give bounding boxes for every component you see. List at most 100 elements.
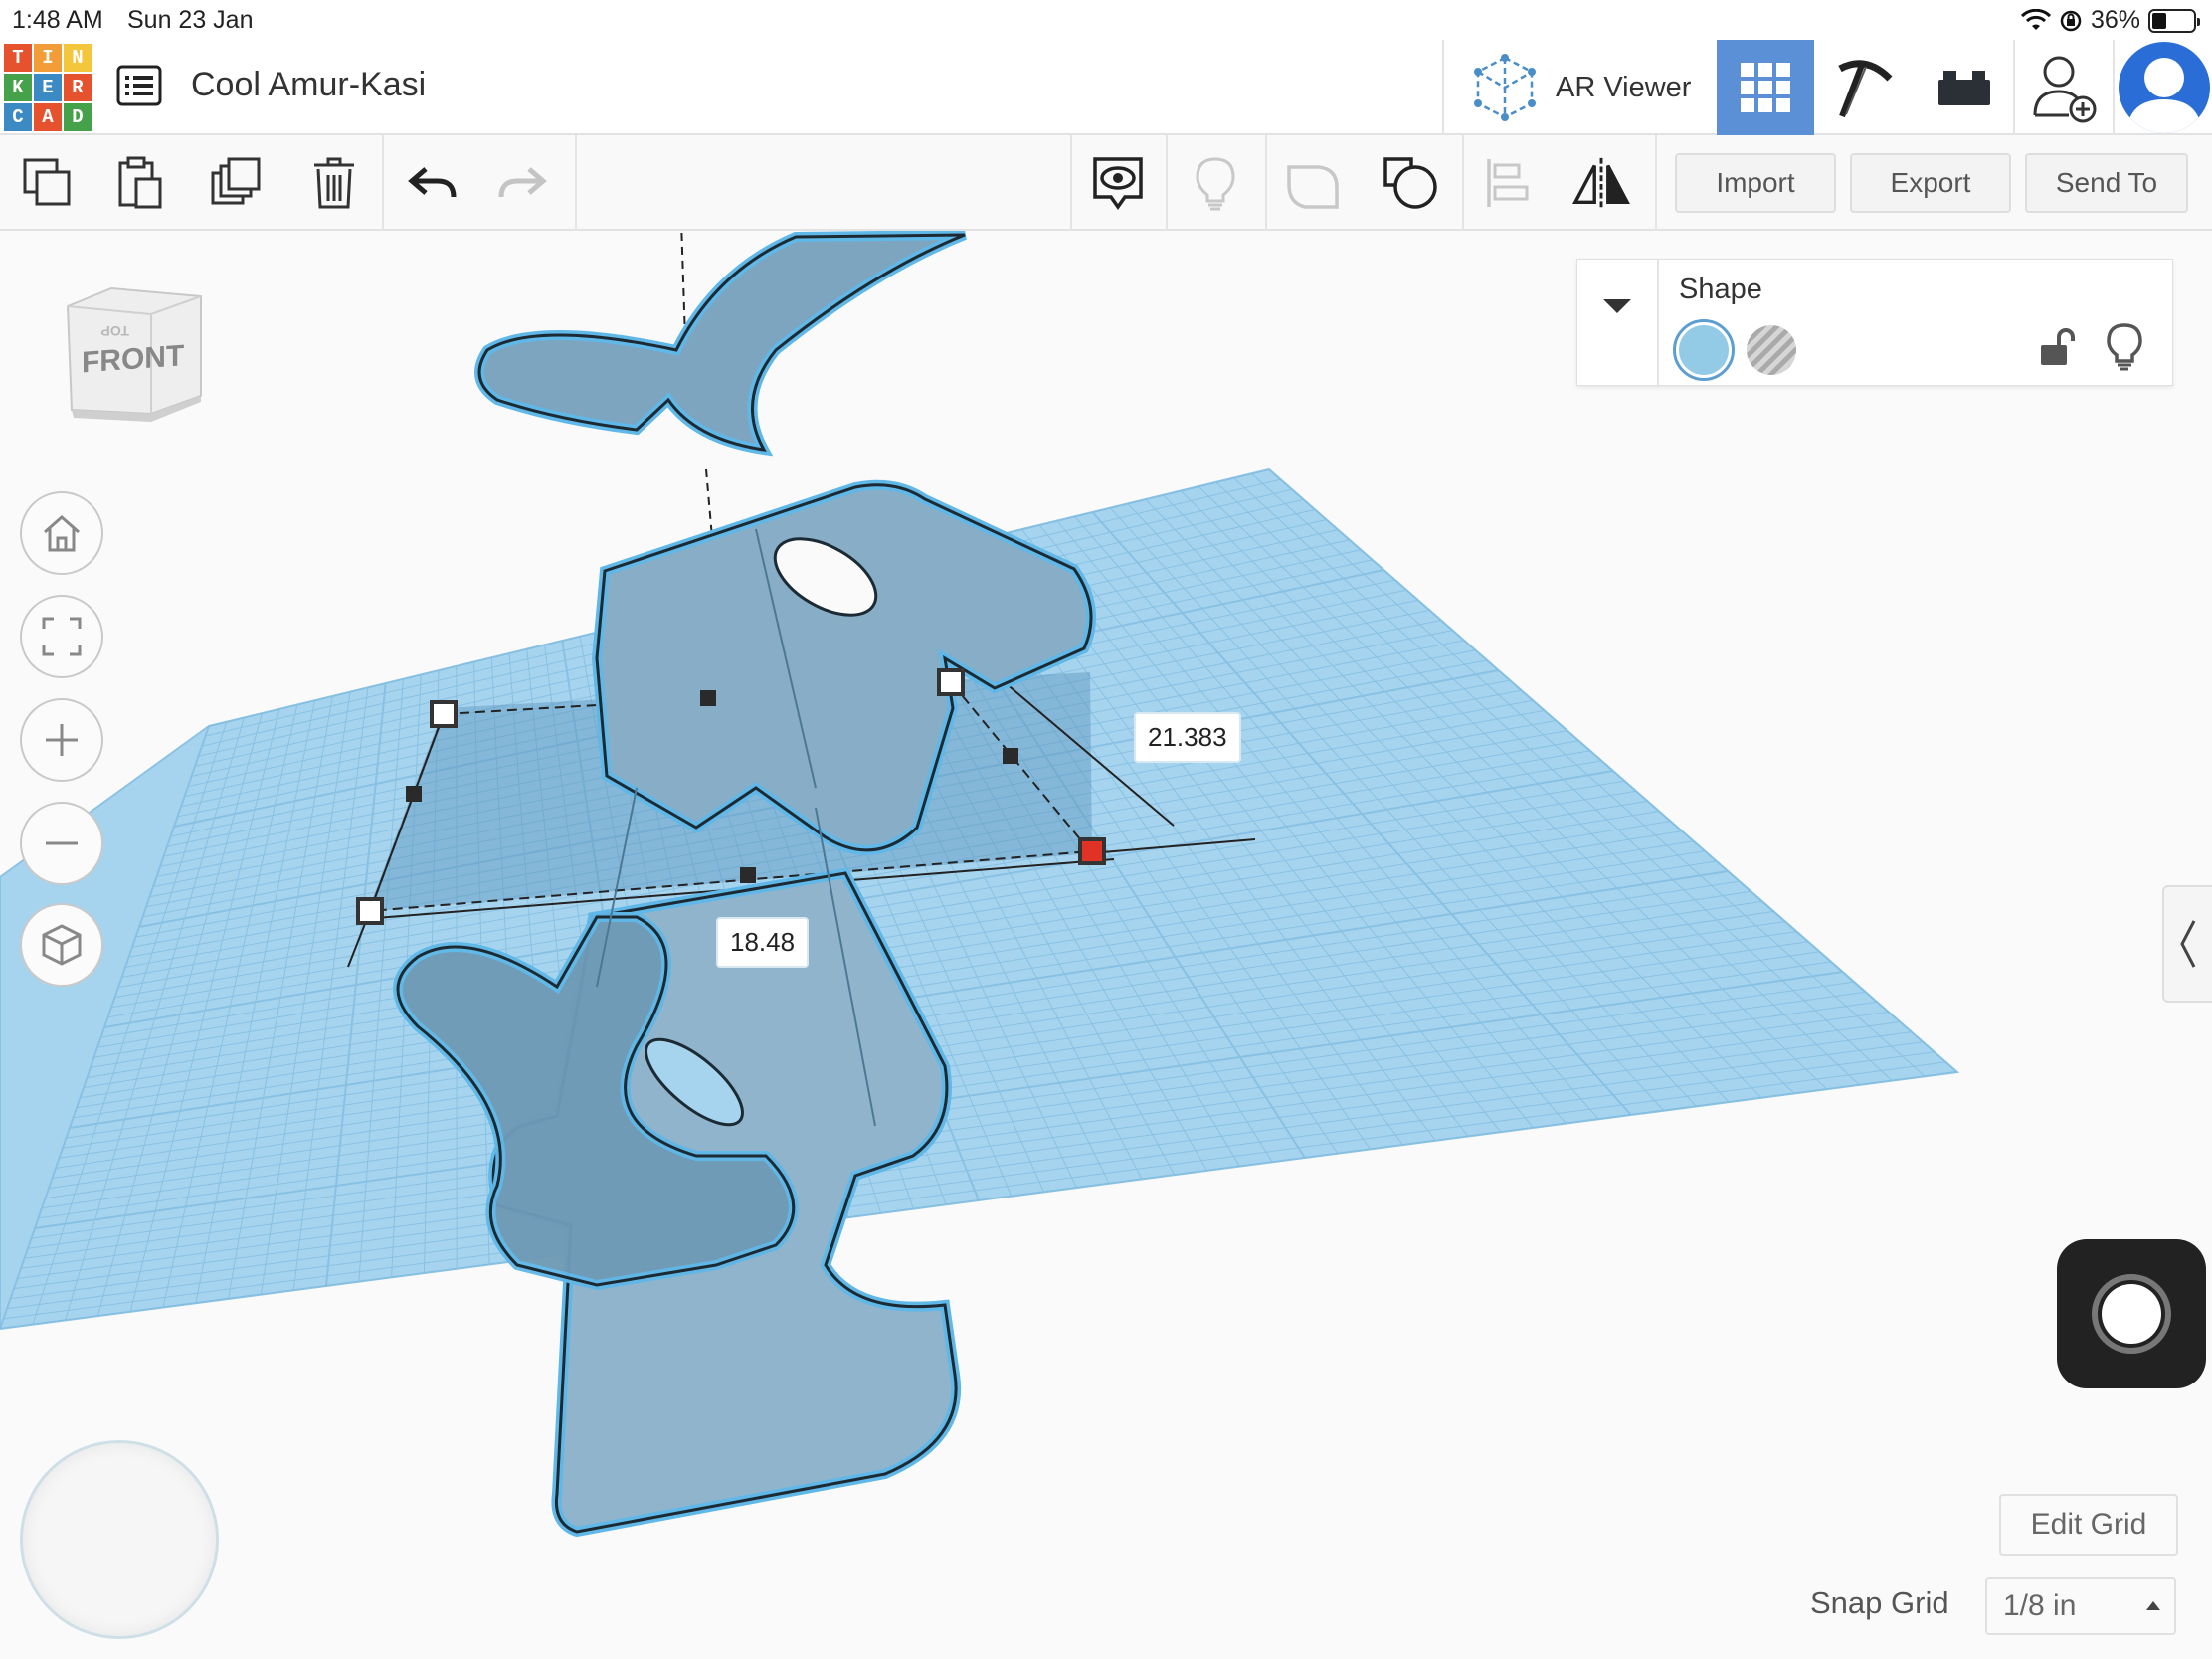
notes-button[interactable] <box>1088 153 1148 213</box>
ar-viewer-label: AR Viewer <box>1556 71 1692 103</box>
solid-color-swatch <box>1679 325 1729 375</box>
paste-icon <box>118 156 162 209</box>
hole-button[interactable] <box>1747 325 1796 375</box>
design-name[interactable]: Cool Amur-Kasi <box>191 66 426 104</box>
edge-handle[interactable] <box>1003 748 1018 764</box>
home-view-button[interactable] <box>20 491 103 575</box>
depth-dimension-label[interactable]: 21.383 <box>1134 712 1241 763</box>
snap-grid-value: 1/8 in <box>2003 1589 2077 1622</box>
corner-handle[interactable] <box>356 897 384 925</box>
zoom-in-button[interactable] <box>20 698 103 782</box>
wifi-icon <box>2020 8 2051 30</box>
copy-icon <box>23 158 71 206</box>
codeblocks-button[interactable] <box>1816 40 1914 135</box>
app-header: TIN KER CAD Cool Amur-Kasi AR Viewer <box>0 40 2212 135</box>
inspector-collapse-button[interactable] <box>1577 260 1659 387</box>
import-button[interactable]: Import <box>1675 153 1836 213</box>
toolbar-separator <box>1265 135 1267 231</box>
tinkercad-logo[interactable]: TIN KER CAD <box>4 44 92 131</box>
paste-button[interactable] <box>109 153 169 213</box>
duplicate-icon <box>211 157 261 205</box>
user-avatar[interactable] <box>2119 42 2210 133</box>
align-button[interactable] <box>1478 153 1538 213</box>
cube-perspective-icon <box>42 924 82 966</box>
shapes-panel-toggle[interactable] <box>2162 885 2212 1003</box>
user-icon <box>2126 58 2202 133</box>
toolbar-separator <box>1462 135 1464 231</box>
lightbulb-icon <box>2107 323 2142 371</box>
home-icon <box>44 514 80 552</box>
width-dimension-label[interactable]: 18.48 <box>716 917 810 968</box>
align-icon <box>1487 159 1529 207</box>
copy-button[interactable] <box>18 153 78 213</box>
eye-bubble-icon <box>1093 157 1143 211</box>
solid-color-button[interactable] <box>1673 319 1735 381</box>
edit-grid-button[interactable]: Edit Grid <box>1999 1494 2178 1556</box>
edge-handle[interactable] <box>740 867 756 883</box>
toolbar-separator <box>382 135 384 231</box>
group-button[interactable] <box>1283 153 1343 213</box>
undo-button[interactable] <box>402 153 461 213</box>
3d-viewport[interactable]: FRONT TOP Shape 21.383 18.48 Edit Grid S… <box>0 231 2212 1659</box>
logo-letter: K <box>4 74 32 101</box>
snap-grid-label: Snap Grid <box>1810 1585 1949 1620</box>
export-button[interactable]: Export <box>1850 153 2011 213</box>
view-cube[interactable]: FRONT TOP <box>60 286 209 446</box>
duplicate-button[interactable] <box>207 153 267 213</box>
view-cube-top: TOP <box>100 323 129 339</box>
snap-grid-select[interactable]: 1/8 in <box>1985 1577 2176 1635</box>
delete-button[interactable] <box>304 153 364 213</box>
inspector-title: Shape <box>1679 274 1762 305</box>
edge-handle[interactable] <box>700 690 716 706</box>
mirror-button[interactable] <box>1571 153 1631 213</box>
redo-button[interactable] <box>493 153 553 213</box>
triangle-down-icon <box>1603 299 1631 313</box>
status-date: Sun 23 Jan <box>127 6 254 34</box>
bricks-button[interactable] <box>1916 40 2013 135</box>
lock-button[interactable] <box>2035 325 2079 369</box>
group-icon <box>1287 165 1339 209</box>
corner-handle[interactable] <box>430 700 458 728</box>
toolbar-separator <box>575 135 577 231</box>
fit-view-button[interactable] <box>20 595 103 678</box>
undo-icon <box>408 167 457 198</box>
edit-toolbar: Import Export Send To <box>0 135 2212 231</box>
battery-percent: 36% <box>2090 6 2140 34</box>
invite-user-button[interactable] <box>2015 40 2113 135</box>
perspective-button[interactable] <box>20 903 103 987</box>
logo-letter: C <box>4 103 32 131</box>
brick-icon <box>1938 71 1990 105</box>
corner-handle-active[interactable] <box>1078 837 1106 865</box>
mirror-icon <box>1572 157 1630 209</box>
logo-letter: T <box>4 44 32 72</box>
ar-viewer-button[interactable]: AR Viewer <box>1444 40 1717 135</box>
toolbar-separator <box>1655 135 1657 231</box>
logo-letter: A <box>34 103 62 131</box>
ungroup-icon <box>1383 157 1437 209</box>
redo-icon <box>498 167 547 198</box>
plus-icon <box>46 724 78 756</box>
show-all-button[interactable] <box>1186 153 1245 213</box>
ios-status-bar: 1:48 AM Sun 23 Jan 36% <box>0 0 2212 40</box>
3d-design-view-button[interactable] <box>1717 40 1814 135</box>
unlock-icon <box>2041 328 2075 365</box>
grid-icon <box>1741 63 1790 112</box>
status-right: 36% <box>2020 6 2200 35</box>
hide-button[interactable] <box>2103 321 2146 371</box>
view-cube-graphic: FRONT TOP <box>66 286 202 422</box>
assistive-touch-button[interactable] <box>2057 1239 2206 1388</box>
corner-handle[interactable] <box>937 668 965 696</box>
send-to-button[interactable]: Send To <box>2025 153 2188 213</box>
workplane-scene[interactable] <box>0 231 2212 1659</box>
assistive-touch-ring <box>2092 1274 2171 1354</box>
logo-letter: E <box>34 74 62 101</box>
ungroup-button[interactable] <box>1381 153 1440 213</box>
lightbulb-icon <box>1196 157 1235 211</box>
edge-handle[interactable] <box>406 786 422 802</box>
zoom-out-button[interactable] <box>20 802 103 885</box>
navigation-joystick[interactable] <box>20 1440 219 1639</box>
add-user-icon <box>2033 56 2097 123</box>
design-list-button[interactable] <box>115 62 163 109</box>
minus-icon <box>46 841 78 845</box>
trash-icon <box>314 157 354 209</box>
